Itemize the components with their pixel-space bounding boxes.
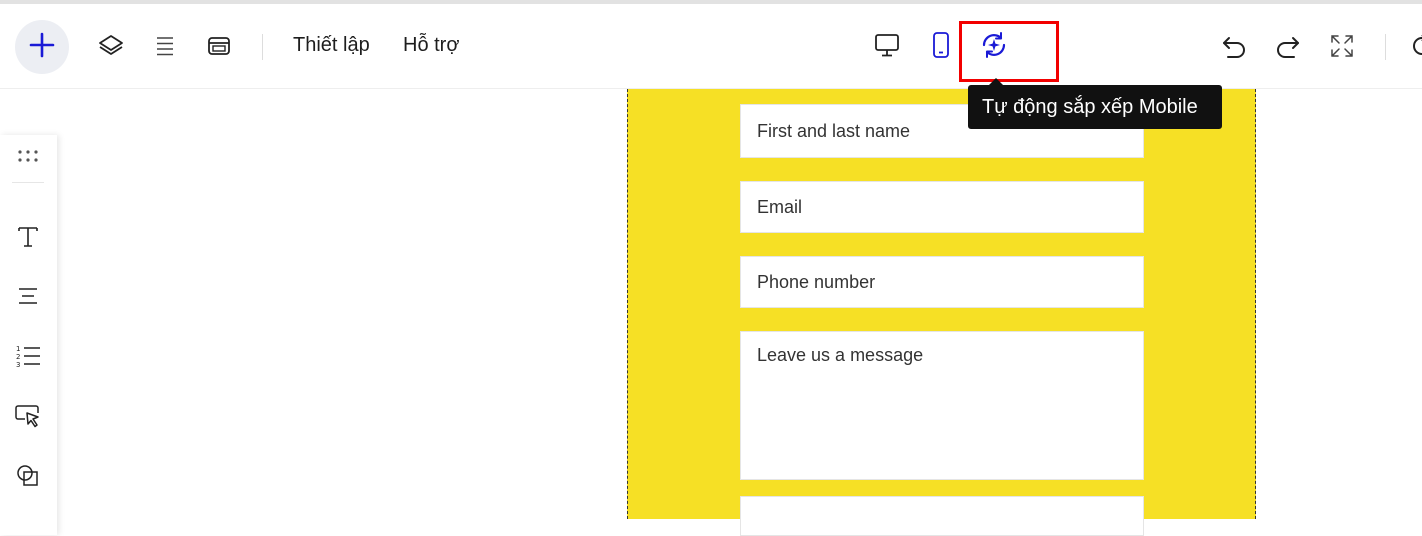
numbered-list-icon: 1 2 3: [15, 343, 41, 374]
drag-handle-icon: [16, 147, 40, 172]
fullscreen-icon: [1329, 33, 1355, 64]
svg-text:1: 1: [16, 345, 20, 353]
tool-text[interactable]: [10, 220, 46, 256]
popup-button[interactable]: [205, 34, 233, 62]
toolbar-divider-right: [1385, 34, 1386, 60]
panel-drag-handle[interactable]: [10, 141, 46, 177]
undo-icon: [1220, 33, 1248, 64]
sections-icon: [154, 35, 176, 62]
layers-icon: [97, 33, 125, 64]
tool-button[interactable]: [10, 400, 46, 436]
svg-text:3: 3: [16, 361, 20, 369]
refresh-button[interactable]: [1410, 33, 1422, 63]
menu-settings[interactable]: Thiết lập: [293, 34, 370, 57]
svg-text:2: 2: [16, 353, 20, 361]
mobile-view-button[interactable]: [926, 31, 956, 64]
window-icon: [207, 35, 231, 62]
redo-button[interactable]: [1272, 33, 1304, 63]
button-icon: [14, 402, 42, 435]
tool-paragraph[interactable]: [10, 280, 46, 316]
refresh-icon: [1410, 34, 1422, 63]
panel-separator: [12, 182, 44, 183]
menu-support[interactable]: Hỗ trợ: [403, 34, 459, 57]
sections-button[interactable]: [152, 34, 178, 62]
desktop-icon: [874, 32, 900, 63]
form-section[interactable]: First and last name Email Phone number L…: [627, 89, 1256, 536]
add-element-button[interactable]: [15, 20, 69, 74]
text-icon: [15, 223, 41, 254]
toolbar-divider: [262, 34, 263, 60]
plus-icon: [29, 32, 55, 63]
email-field[interactable]: Email: [740, 181, 1144, 233]
paragraph-icon: [16, 284, 40, 313]
highlight-box: [959, 21, 1059, 82]
tool-shape[interactable]: [10, 460, 46, 496]
mobile-icon: [931, 31, 951, 64]
tooltip: Tự động sắp xếp Mobile: [968, 78, 1222, 129]
submit-field-partial[interactable]: [740, 496, 1144, 536]
left-tool-panel: 1 2 3: [0, 135, 57, 535]
top-toolbar: Thiết lập Hỗ trợ: [0, 4, 1422, 89]
tool-list[interactable]: 1 2 3: [10, 340, 46, 376]
fullscreen-button[interactable]: [1327, 33, 1357, 63]
undo-button[interactable]: [1218, 33, 1250, 63]
redo-icon: [1274, 33, 1302, 64]
message-field[interactable]: Leave us a message: [740, 331, 1144, 480]
layers-button[interactable]: [96, 34, 126, 62]
desktop-view-button[interactable]: [872, 32, 902, 62]
phone-field[interactable]: Phone number: [740, 256, 1144, 308]
shape-icon: [15, 463, 41, 494]
